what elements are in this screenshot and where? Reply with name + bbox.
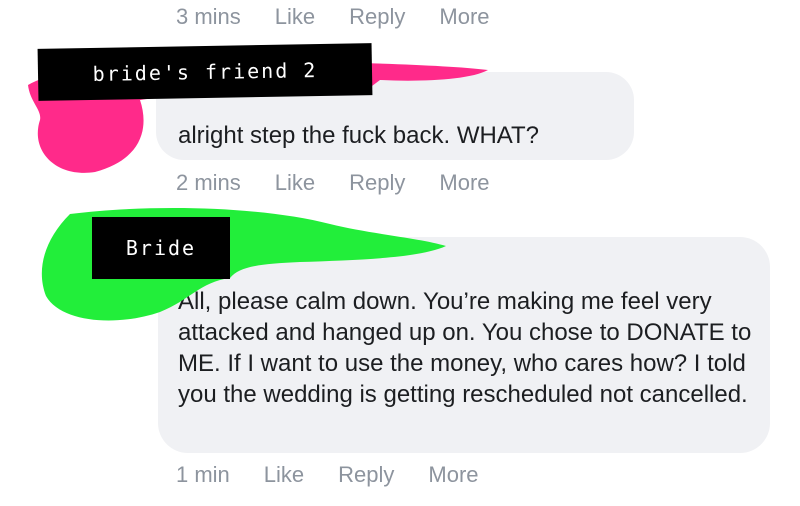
- comment-timestamp: 2 mins: [176, 170, 241, 195]
- author-name-text: Bride: [125, 236, 197, 260]
- more-link[interactable]: More: [439, 4, 489, 30]
- author-name-text: bride's friend 2: [92, 58, 318, 86]
- comment-timestamp: 1 min: [176, 462, 230, 487]
- author-name[interactable]: Bride: [92, 217, 230, 279]
- like-link[interactable]: Like: [275, 170, 315, 196]
- comment-actions: 2 mins Like Reply More: [176, 170, 524, 196]
- more-link[interactable]: More: [439, 170, 489, 196]
- comment-actions: 1 min Like Reply More: [176, 462, 513, 488]
- like-link[interactable]: Like: [264, 462, 304, 488]
- previous-comment-actions: 3 mins Like Reply More: [176, 4, 524, 30]
- reply-link[interactable]: Reply: [338, 462, 394, 488]
- like-link[interactable]: Like: [275, 4, 315, 30]
- avatar-redaction-scribble: [41, 208, 446, 321]
- reply-link[interactable]: Reply: [349, 4, 405, 30]
- reply-link[interactable]: Reply: [349, 170, 405, 196]
- author-name[interactable]: bride's friend 2: [37, 43, 373, 101]
- comment-timestamp: 3 mins: [176, 4, 241, 29]
- more-link[interactable]: More: [428, 462, 478, 488]
